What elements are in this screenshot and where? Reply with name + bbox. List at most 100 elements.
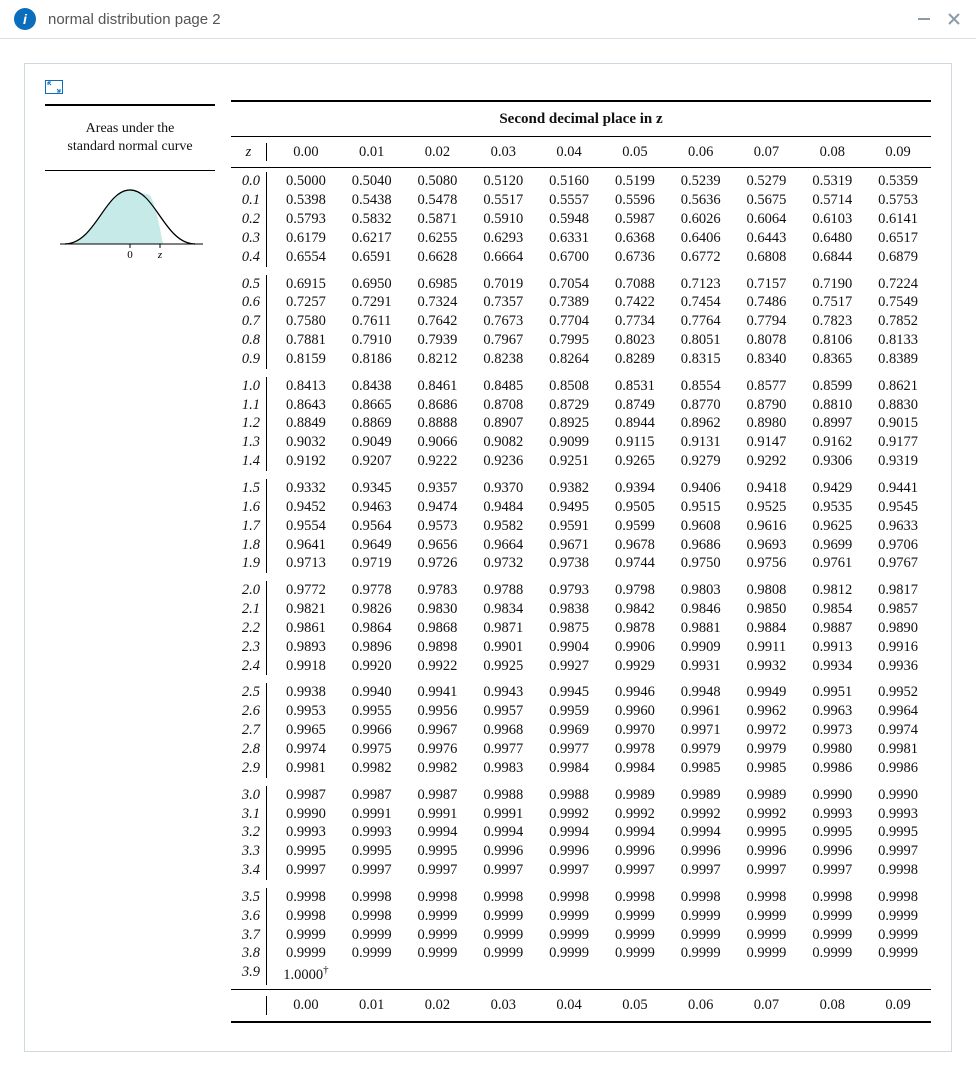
value-cell: 0.9989 (602, 786, 668, 805)
value-cell: 0.8849 (273, 414, 339, 433)
table-row: 2.40.99180.99200.99220.99250.99270.99290… (231, 657, 931, 676)
value-cell: 0.9649 (339, 536, 405, 555)
z-cell: 1.0 (231, 377, 267, 396)
value-cell: 0.8389 (865, 350, 931, 369)
value-cell: 0.9967 (405, 721, 471, 740)
value-cell: 0.8212 (405, 350, 471, 369)
column-footer: 0.01 (339, 996, 405, 1015)
column-header: 0.07 (734, 143, 800, 162)
value-cell: 0.9996 (602, 842, 668, 861)
value-cell: 0.9992 (734, 805, 800, 824)
value-cell: 0.5871 (405, 210, 471, 229)
close-button[interactable] (944, 9, 964, 29)
value-cell: 0.9909 (668, 638, 734, 657)
value-cell: 0.9999 (273, 944, 339, 963)
value-cell: 0.7910 (339, 331, 405, 350)
z-cell: 3.7 (231, 926, 267, 945)
value-cell: 0.9998 (536, 888, 602, 907)
table-row: 2.10.98210.98260.98300.98340.98380.98420… (231, 600, 931, 619)
value-cell: 0.9948 (668, 683, 734, 702)
minimize-button[interactable] (914, 9, 934, 29)
value-cell: 0.8749 (602, 396, 668, 415)
window-title: normal distribution page 2 (48, 11, 904, 28)
value-cell: 0.9969 (536, 721, 602, 740)
table-row: 0.70.75800.76110.76420.76730.77040.77340… (231, 312, 931, 331)
value-cell: 0.9998 (470, 888, 536, 907)
table-row: 0.80.78810.79100.79390.79670.79950.80230… (231, 331, 931, 350)
column-footer: 0.07 (734, 996, 800, 1015)
value-cell: 0.7257 (273, 293, 339, 312)
value-cell: 0.5987 (602, 210, 668, 229)
value-cell: 0.9979 (668, 740, 734, 759)
value-cell: 0.8531 (602, 377, 668, 396)
expand-icon[interactable] (45, 80, 63, 94)
value-cell: 0.7549 (865, 293, 931, 312)
value-cell: 0.9817 (865, 581, 931, 600)
value-cell: 0.9922 (405, 657, 471, 676)
value-cell: 0.9989 (668, 786, 734, 805)
value-cell (668, 963, 734, 985)
value-cell: 0.9484 (470, 498, 536, 517)
column-footer: 0.03 (470, 996, 536, 1015)
value-cell: 0.9995 (339, 842, 405, 861)
table-row-group: 1.50.93320.93450.93570.93700.93820.93940… (231, 475, 931, 577)
column-header: 0.05 (602, 143, 668, 162)
value-cell: 0.9778 (339, 581, 405, 600)
value-cell: 0.9082 (470, 433, 536, 452)
value-cell: 0.6950 (339, 275, 405, 294)
value-cell: 0.9959 (536, 702, 602, 721)
value-cell: 0.9995 (865, 823, 931, 842)
column-header: 0.03 (470, 143, 536, 162)
value-cell: 0.9830 (405, 600, 471, 619)
value-cell: 0.9115 (602, 433, 668, 452)
value-cell: 0.8643 (273, 396, 339, 415)
value-cell: 0.8186 (339, 350, 405, 369)
value-cell: 0.9279 (668, 452, 734, 471)
z-cell: 3.5 (231, 888, 267, 907)
value-cell: 0.9821 (273, 600, 339, 619)
value-cell: 0.9993 (865, 805, 931, 824)
table-row: 0.50.69150.69500.69850.70190.70540.70880… (231, 275, 931, 294)
value-cell: 0.9981 (273, 759, 339, 778)
value-cell: 0.9977 (536, 740, 602, 759)
value-cell: 0.8729 (536, 396, 602, 415)
value-cell: 0.9998 (405, 888, 471, 907)
value-cell: 0.9850 (734, 600, 800, 619)
value-cell: 0.9913 (799, 638, 865, 657)
value-cell: 0.9525 (734, 498, 800, 517)
axis-label-z: z (157, 249, 163, 261)
value-cell: 0.9970 (602, 721, 668, 740)
value-cell: 0.9961 (668, 702, 734, 721)
value-cell: 0.9994 (536, 823, 602, 842)
value-cell: 0.7357 (470, 293, 536, 312)
value-cell: 0.9997 (799, 861, 865, 880)
value-cell: 0.9664 (470, 536, 536, 555)
table-row: 0.20.57930.58320.58710.59100.59480.59870… (231, 210, 931, 229)
value-cell: 0.9131 (668, 433, 734, 452)
z-cell: 3.1 (231, 805, 267, 824)
value-cell: 0.9893 (273, 638, 339, 657)
value-cell: 0.9995 (799, 823, 865, 842)
value-cell: 0.9960 (602, 702, 668, 721)
value-cell: 0.9999 (865, 944, 931, 963)
table-row-group: 2.00.97720.97780.97830.97880.97930.97980… (231, 577, 931, 679)
z-cell: 3.6 (231, 907, 267, 926)
value-cell: 0.8770 (668, 396, 734, 415)
column-header: 0.01 (339, 143, 405, 162)
value-cell: 0.9999 (405, 944, 471, 963)
value-cell: 0.8790 (734, 396, 800, 415)
value-cell: 0.7123 (668, 275, 734, 294)
value-cell: 0.9973 (799, 721, 865, 740)
value-cell: 0.9992 (602, 805, 668, 824)
content-area: Areas under the standard normal curve 0 … (0, 39, 976, 1080)
value-cell: 0.9992 (536, 805, 602, 824)
value-cell: 0.9999 (865, 926, 931, 945)
value-cell: 0.9265 (602, 452, 668, 471)
value-cell: 0.9864 (339, 619, 405, 638)
table-row-group: 3.50.99980.99980.99980.99980.99980.99980… (231, 884, 931, 989)
value-cell: 0.9931 (668, 657, 734, 676)
table-row: 0.90.81590.81860.82120.82380.82640.82890… (231, 350, 931, 369)
value-cell: 0.9732 (470, 554, 536, 573)
value-cell: 0.9999 (536, 907, 602, 926)
value-cell: 0.8315 (668, 350, 734, 369)
